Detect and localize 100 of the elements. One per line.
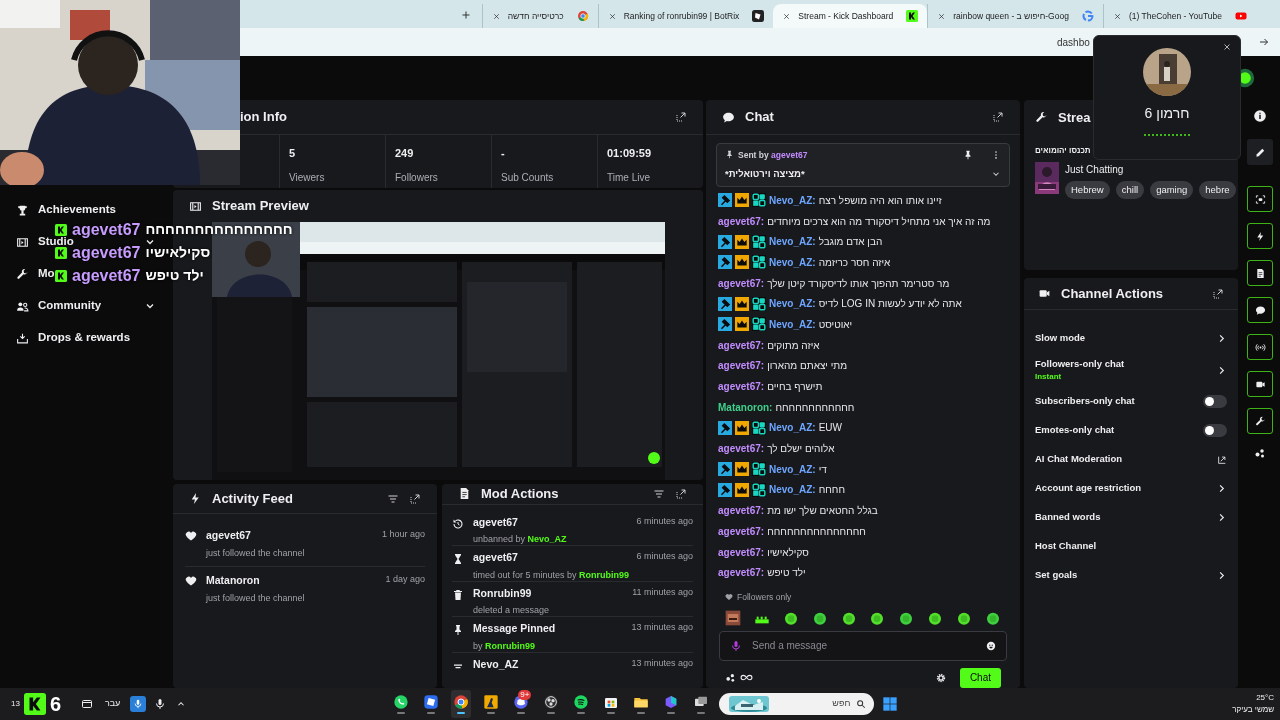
channel-action-row[interactable]: Subscribers-only chat [1024,387,1238,416]
chat-username[interactable]: agevet67: [718,337,765,353]
chat-username[interactable]: Nevo_AZ: [769,254,816,270]
rail-button[interactable] [1247,297,1273,323]
pop-out-icon[interactable] [992,111,1004,123]
window-icon[interactable] [80,698,93,710]
overlay-message: ילד טיפש [145,266,204,285]
channel-action-row[interactable]: Account age restriction [1024,474,1238,503]
pop-out-icon[interactable] [675,487,687,500]
address-text[interactable]: dashbo [1057,34,1090,50]
unpin-icon[interactable] [963,149,973,160]
sidebar-item[interactable]: Achievements [38,201,116,219]
external-link-icon [1217,454,1227,465]
microphone-icon[interactable] [154,698,167,710]
settings-icon[interactable] [935,672,946,683]
rail-button[interactable] [1247,334,1273,360]
filter-icon[interactable] [653,487,665,500]
chat-send-button[interactable]: Chat [959,667,1001,688]
chat-username[interactable]: Nevo_AZ: [769,296,816,312]
chat-username[interactable]: agevet67: [718,441,765,457]
tag[interactable]: chill [1115,181,1145,200]
pop-out-icon[interactable] [409,492,421,505]
chat-username[interactable]: agevet67: [718,213,765,229]
close-icon[interactable] [937,11,947,21]
chat-username[interactable]: Matanoron: [718,399,773,415]
emoji-icon[interactable] [986,640,996,651]
chat-username[interactable]: agevet67: [718,379,765,395]
rail-button[interactable] [1247,186,1273,212]
chat-username[interactable]: Nevo_AZ: [769,420,816,436]
toggle-switch[interactable] [1203,395,1227,408]
sidebar-item[interactable]: Drops & rewards [38,329,131,347]
channel-action-row[interactable]: AI Chat Moderation [1024,445,1238,474]
chat-username[interactable]: agevet67: [718,544,765,560]
forward-icon[interactable] [1258,36,1270,48]
close-icon[interactable] [782,11,792,21]
hourglass-icon [452,553,464,565]
grid-badge-icon [752,193,766,208]
tab-favicon-icon [906,10,919,22]
filter-icon[interactable] [387,492,399,505]
timestamp: 6 minutes ago [636,514,693,528]
rail-button[interactable] [1247,371,1273,397]
chat-username[interactable]: Nevo_AZ: [769,234,816,250]
category-name[interactable]: Just Chatting [1065,162,1227,177]
chat-username[interactable]: agevet67: [718,358,765,374]
close-icon[interactable] [1112,11,1122,21]
mic-button[interactable] [130,696,147,712]
edit-button[interactable] [1247,139,1273,165]
channel-action-row[interactable]: Banned words [1024,503,1238,532]
chat-username[interactable]: Nevo_AZ: [769,316,816,332]
chat-message-text: בגלל החטאים שלך ישו מת [767,504,878,519]
channel-action-row[interactable]: Emotes-only chat [1024,416,1238,445]
taskbar-app-button[interactable]: 9+ [511,690,532,718]
close-icon[interactable] [1222,42,1232,52]
tag[interactable]: Hebrew [1065,181,1110,200]
chat-message-text: אלוהים ישלם לך [767,442,835,457]
tag[interactable]: hebre [1199,181,1236,200]
chat-username[interactable]: Nevo_AZ: [769,461,816,477]
chat-username[interactable]: agevet67: [718,523,765,539]
pencil-icon [1254,146,1266,158]
chat-username[interactable]: agevet67: [718,275,765,291]
chat-username[interactable]: agevet67: [718,565,765,581]
message-input[interactable]: Send a message [752,638,976,654]
channel-action-row[interactable]: Slow mode [1024,324,1238,353]
dots-icon[interactable] [1254,447,1266,459]
channel-action-row[interactable]: Set goals [1024,561,1238,590]
pop-out-icon[interactable] [675,111,687,123]
channel-action-row[interactable]: Followers-only chat Instant [1024,353,1238,387]
channel-action-row[interactable]: Host Channel [1024,532,1238,561]
taskbar-app-button[interactable] [451,690,472,718]
chat-mode-label: Followers only [737,591,792,604]
rail-button[interactable] [1247,223,1273,249]
emote-icon[interactable] [725,609,741,626]
windows-logo-icon[interactable] [882,696,899,712]
chat-username[interactable]: Nevo_AZ: [769,482,816,498]
action-text: unbanned by Nevo_AZ [473,533,568,547]
chat-username[interactable]: agevet67: [718,503,765,519]
close-icon[interactable] [491,11,501,21]
taskbar-search-box[interactable]: חפש [719,693,875,715]
browser-tab[interactable]: Stream - Kick Dashboard [773,4,928,28]
timestamp: 1 hour ago [381,528,425,541]
close-icon[interactable] [607,11,617,21]
search-input[interactable]: חפש [775,697,851,711]
sidebar-item[interactable]: Community [38,297,102,315]
message-box[interactable]: Send a message [719,630,1007,661]
chat-message-text: אתה לא יודע לעשות LOG IN לדיס [818,297,962,312]
pop-out-icon[interactable] [1212,287,1224,300]
tag[interactable]: gaming [1150,181,1194,200]
chat-message-text: איזה חסר כריזמה [818,255,891,270]
trophy-icon [16,203,29,217]
pin-icon [452,624,464,636]
rail-button[interactable] [1247,260,1273,286]
rail-button[interactable] [1247,408,1273,434]
grid-badge-icon [752,296,766,311]
toggle-switch[interactable] [1203,424,1227,437]
grid-badge-icon [752,317,766,332]
sidebar-item[interactable]: Mo [38,265,55,283]
info-icon[interactable] [1253,109,1267,123]
dots-icon[interactable] [725,672,736,684]
language-indicator[interactable]: עבר [104,697,121,711]
chat-username[interactable]: Nevo_AZ: [769,192,816,208]
